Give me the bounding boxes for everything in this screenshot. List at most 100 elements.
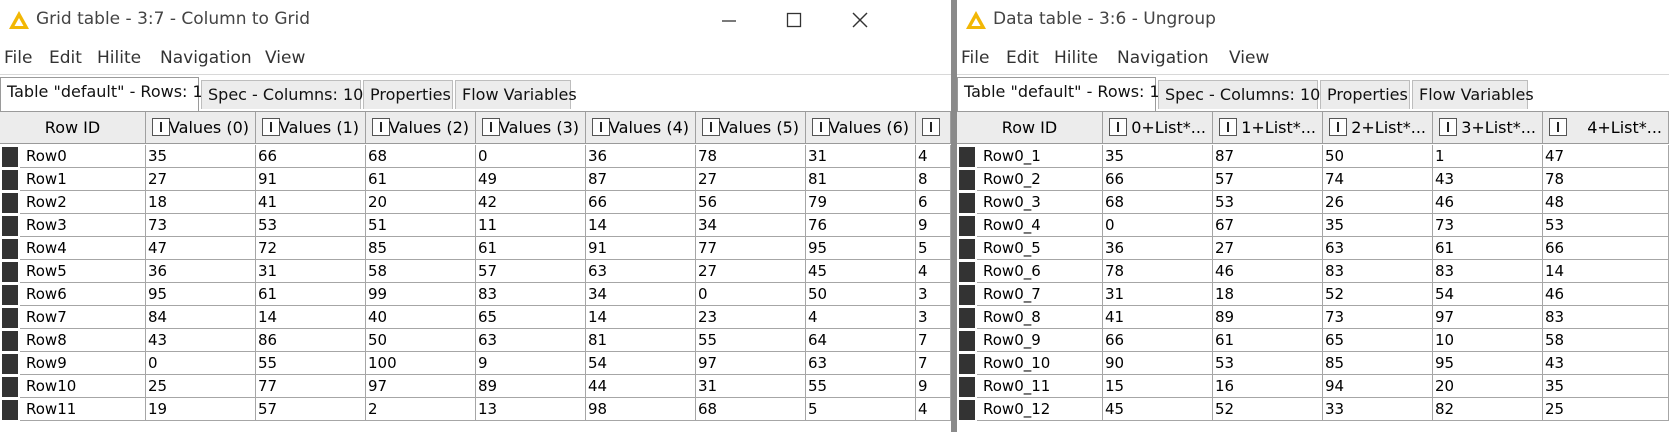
table-cell[interactable]: 2: [366, 398, 476, 421]
row-id-cell[interactable]: Row9: [20, 352, 146, 375]
table-cell[interactable]: 66: [586, 191, 696, 214]
table-cell[interactable]: 47: [146, 237, 256, 260]
table-cell[interactable]: 5: [806, 398, 916, 421]
table-cell[interactable]: 0: [1103, 214, 1213, 237]
column-header[interactable]: Values (1): [256, 112, 366, 144]
row-id-cell[interactable]: Row2: [20, 191, 146, 214]
table-cell[interactable]: 90: [1103, 352, 1213, 375]
table-cell[interactable]: 97: [696, 352, 806, 375]
table-cell[interactable]: 78: [696, 145, 806, 168]
table-cell[interactable]: 9: [476, 352, 586, 375]
table-cell[interactable]: 46: [1213, 260, 1323, 283]
table-cell[interactable]: 68: [1103, 191, 1213, 214]
table-cell[interactable]: 4: [806, 306, 916, 329]
table-cell[interactable]: 87: [1213, 145, 1323, 168]
tab-flow-variables[interactable]: Flow Variables: [455, 80, 577, 109]
column-header[interactable]: Values (4): [586, 112, 696, 144]
table-cell[interactable]: 46: [1543, 283, 1669, 306]
table-cell[interactable]: 52: [1323, 283, 1433, 306]
table-cell[interactable]: 66: [256, 145, 366, 168]
menu-edit[interactable]: Edit: [1006, 48, 1039, 68]
table-cell[interactable]: 79: [806, 191, 916, 214]
table-cell[interactable]: 81: [806, 168, 916, 191]
table-cell[interactable]: 72: [256, 237, 366, 260]
column-header[interactable]: Values (0): [146, 112, 256, 144]
table-cell[interactable]: 41: [1103, 306, 1213, 329]
table-cell[interactable]: 47: [1543, 145, 1669, 168]
table-cell[interactable]: 66: [1103, 168, 1213, 191]
table-cell[interactable]: 56: [696, 191, 806, 214]
column-header[interactable]: 1+List*...: [1213, 112, 1323, 144]
row-id-cell[interactable]: Row1: [20, 168, 146, 191]
table-cell[interactable]: 46: [1433, 191, 1543, 214]
table-cell[interactable]: 89: [476, 375, 586, 398]
table-cell[interactable]: 4: [916, 260, 951, 283]
table-cell[interactable]: 58: [366, 260, 476, 283]
table-cell[interactable]: 77: [696, 237, 806, 260]
table-cell[interactable]: 31: [1103, 283, 1213, 306]
table-cell[interactable]: 91: [256, 168, 366, 191]
row-id-cell[interactable]: Row0_4: [977, 214, 1103, 237]
table-cell[interactable]: 94: [1323, 375, 1433, 398]
column-header[interactable]: 2+List*...: [1323, 112, 1433, 144]
table-cell[interactable]: 66: [1543, 237, 1669, 260]
table-cell[interactable]: 78: [1543, 168, 1669, 191]
maximize-icon[interactable]: [780, 6, 808, 34]
table-cell[interactable]: 49: [476, 168, 586, 191]
tab-spec[interactable]: Spec - Columns: 100: [201, 80, 374, 109]
tab-properties[interactable]: Properties: [1320, 80, 1410, 109]
table-cell[interactable]: 6: [916, 191, 951, 214]
table-cell[interactable]: 65: [1323, 329, 1433, 352]
table-cell[interactable]: 23: [696, 306, 806, 329]
column-header[interactable]: Values (5): [696, 112, 806, 144]
table-cell[interactable]: 61: [256, 283, 366, 306]
table-cell[interactable]: 31: [256, 260, 366, 283]
menu-view[interactable]: View: [1229, 48, 1269, 68]
table-cell[interactable]: 51: [366, 214, 476, 237]
table-cell[interactable]: 61: [1213, 329, 1323, 352]
table-cell[interactable]: 85: [366, 237, 476, 260]
table-cell[interactable]: 4: [916, 145, 951, 168]
table-cell[interactable]: 58: [1543, 329, 1669, 352]
row-id-header[interactable]: Row ID: [957, 112, 1103, 144]
table-cell[interactable]: 97: [1433, 306, 1543, 329]
tab-spec[interactable]: Spec - Columns: 100: [1158, 80, 1331, 109]
table-cell[interactable]: 45: [806, 260, 916, 283]
table-cell[interactable]: 53: [1543, 214, 1669, 237]
table-cell[interactable]: 78: [1103, 260, 1213, 283]
menu-hilite[interactable]: Hilite: [97, 48, 141, 68]
row-id-cell[interactable]: Row0_1: [977, 145, 1103, 168]
column-header[interactable]: 0+List*...: [1103, 112, 1213, 144]
menu-hilite[interactable]: Hilite: [1054, 48, 1098, 68]
table-cell[interactable]: 57: [256, 398, 366, 421]
table-cell[interactable]: 44: [586, 375, 696, 398]
table-cell[interactable]: 57: [476, 260, 586, 283]
table-cell[interactable]: 33: [1323, 398, 1433, 421]
table-cell[interactable]: 43: [146, 329, 256, 352]
table-cell[interactable]: 15: [1103, 375, 1213, 398]
table-cell[interactable]: 9: [916, 375, 951, 398]
table-cell[interactable]: 74: [1323, 168, 1433, 191]
table-cell[interactable]: 14: [586, 214, 696, 237]
table-cell[interactable]: 10: [1433, 329, 1543, 352]
minimize-icon[interactable]: [715, 6, 743, 34]
table-cell[interactable]: 100: [366, 352, 476, 375]
table-cell[interactable]: 82: [1433, 398, 1543, 421]
table-cell[interactable]: 95: [1433, 352, 1543, 375]
table-cell[interactable]: 25: [1543, 398, 1669, 421]
table-cell[interactable]: 14: [1543, 260, 1669, 283]
menu-edit[interactable]: Edit: [49, 48, 82, 68]
table-cell[interactable]: 14: [586, 306, 696, 329]
table-cell[interactable]: 36: [586, 145, 696, 168]
table-cell[interactable]: 42: [476, 191, 586, 214]
table-cell[interactable]: 68: [696, 398, 806, 421]
table-cell[interactable]: 50: [806, 283, 916, 306]
close-icon[interactable]: [846, 6, 874, 34]
title-bar[interactable]: Data table - 3:6 - Ungroup: [957, 0, 1669, 40]
table-cell[interactable]: 67: [1213, 214, 1323, 237]
table-cell[interactable]: 35: [146, 145, 256, 168]
table-cell[interactable]: 86: [256, 329, 366, 352]
table-cell[interactable]: 35: [1103, 145, 1213, 168]
table-cell[interactable]: 31: [696, 375, 806, 398]
table-cell[interactable]: 43: [1433, 168, 1543, 191]
